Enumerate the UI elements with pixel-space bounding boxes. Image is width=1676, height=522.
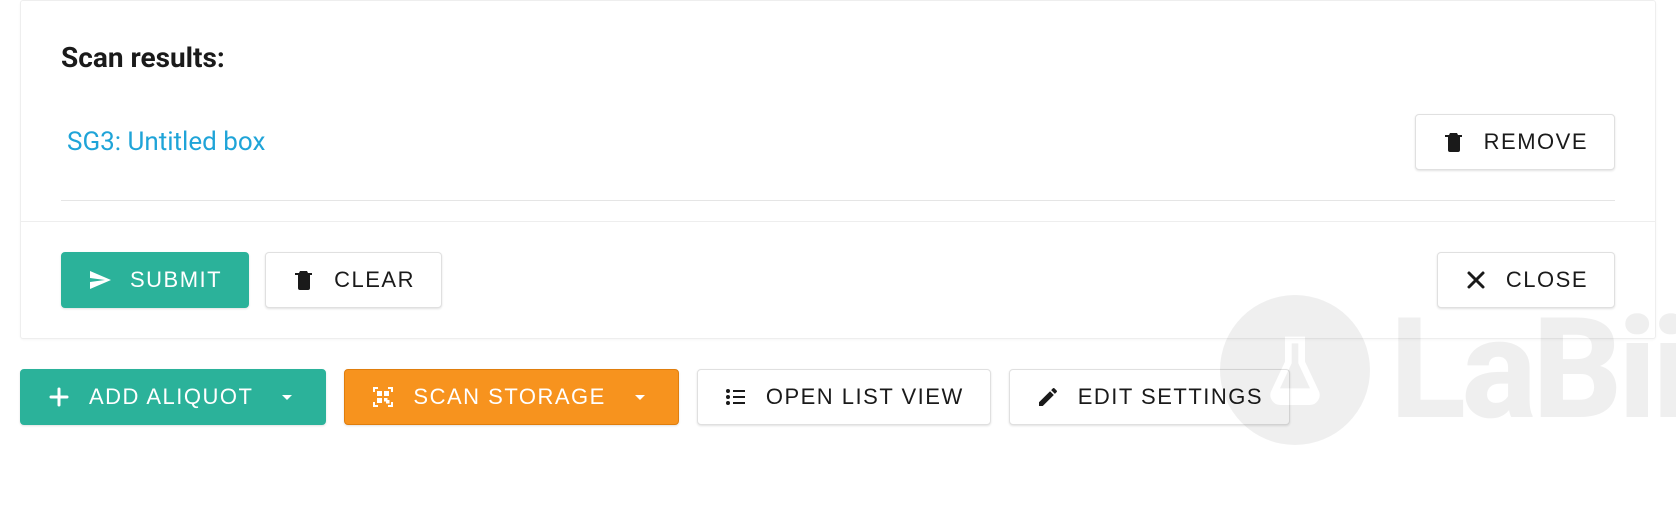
panel-body: Scan results: SG3: Untitled box REMOVE [21, 1, 1655, 221]
qr-scan-icon [371, 385, 395, 409]
footer-right: CLOSE [1437, 252, 1615, 308]
bottom-toolbar: ADD ALIQUOT SCAN STORAGE OPEN LIST VIEW … [0, 369, 1676, 445]
submit-label: SUBMIT [130, 267, 222, 293]
close-button[interactable]: CLOSE [1437, 252, 1615, 308]
edit-settings-label: EDIT SETTINGS [1078, 384, 1263, 410]
remove-button[interactable]: REMOVE [1415, 114, 1615, 170]
result-link[interactable]: SG3: Untitled box [61, 127, 265, 157]
scan-storage-button[interactable]: SCAN STORAGE [344, 369, 678, 425]
add-aliquot-button[interactable]: ADD ALIQUOT [20, 369, 326, 425]
remove-wrap: REMOVE [1415, 114, 1615, 170]
caret-down-icon [275, 385, 299, 409]
list-icon [724, 385, 748, 409]
add-aliquot-label: ADD ALIQUOT [89, 384, 253, 410]
open-list-view-button[interactable]: OPEN LIST VIEW [697, 369, 991, 425]
close-icon [1464, 268, 1488, 292]
scan-results-title: Scan results: [61, 41, 1615, 74]
remove-label: REMOVE [1484, 129, 1588, 155]
scan-results-panel: Scan results: SG3: Untitled box REMOVE S… [20, 0, 1656, 339]
caret-down-icon [628, 385, 652, 409]
close-label: CLOSE [1506, 267, 1588, 293]
pencil-icon [1036, 385, 1060, 409]
submit-button[interactable]: SUBMIT [61, 252, 249, 308]
result-row: SG3: Untitled box REMOVE [61, 114, 1615, 201]
trash-icon [292, 268, 316, 292]
edit-settings-button[interactable]: EDIT SETTINGS [1009, 369, 1290, 425]
scan-storage-label: SCAN STORAGE [413, 384, 605, 410]
trash-icon [1442, 130, 1466, 154]
panel-footer: SUBMIT CLEAR CLOSE [21, 221, 1655, 338]
clear-label: CLEAR [334, 267, 415, 293]
plus-icon [47, 385, 71, 409]
send-icon [88, 268, 112, 292]
open-list-label: OPEN LIST VIEW [766, 384, 964, 410]
clear-button[interactable]: CLEAR [265, 252, 442, 308]
